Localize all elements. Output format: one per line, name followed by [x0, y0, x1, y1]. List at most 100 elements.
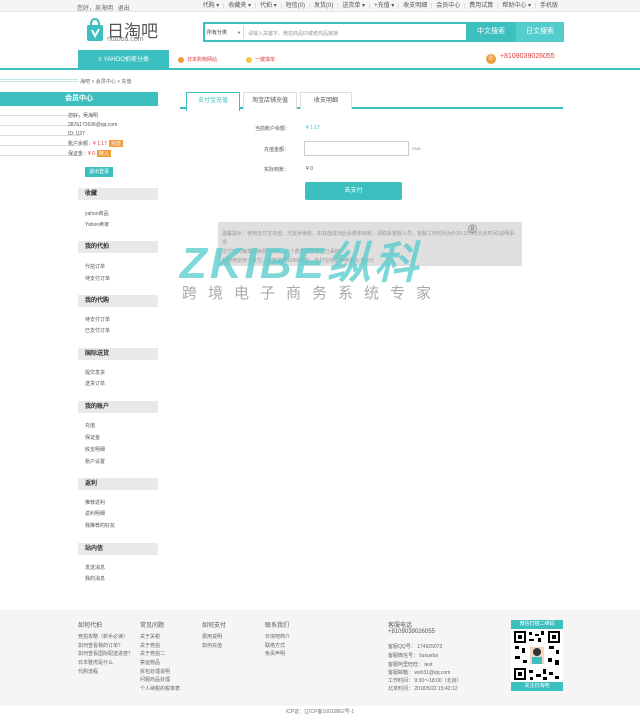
- tab-alipay-recharge[interactable]: 支付宝充值: [186, 92, 240, 111]
- phone-icon: ✆: [486, 54, 496, 64]
- top-link-daigou[interactable]: 代购 ▾: [199, 3, 225, 9]
- shop-icon: [178, 56, 184, 63]
- section-favorites: 收藏: [78, 188, 158, 200]
- top-link-daipai[interactable]: 代拍 ▾: [256, 3, 282, 9]
- footer-link[interactable]: 如何查看国际配送进度？: [78, 650, 133, 657]
- beijing-time: 北京时间： 2018/5/22 15:42:12: [388, 686, 458, 692]
- member-center-title: 会员中心: [0, 92, 158, 106]
- footer-link[interactable]: 费用说明: [202, 633, 222, 640]
- amount-input[interactable]: [304, 141, 409, 156]
- sidebar-item-account-settings[interactable]: 账户设置: [85, 458, 105, 465]
- sidebar-item-ledger[interactable]: 收支明细: [85, 446, 105, 453]
- sidebar-item-purchase-paid[interactable]: 已支付订单: [85, 327, 110, 334]
- top-link-ship[interactable]: 发货(0): [310, 3, 339, 9]
- sidebar-item-send-message[interactable]: 发送消息: [85, 564, 105, 571]
- deposit-row: 保证金：¥ 0 转入: [68, 150, 111, 157]
- logout-button[interactable]: 退出登录: [85, 167, 113, 177]
- chinese-search-button[interactable]: 中文搜索: [466, 22, 516, 42]
- service-wechat: 客服微信号： liuxueba: [388, 653, 439, 659]
- top-link-fee[interactable]: 费用试算: [465, 3, 499, 9]
- sidebar-item-referral-rebate[interactable]: 推荐返利: [85, 499, 105, 506]
- logout-link[interactable]: 退出: [118, 6, 130, 12]
- footer-link[interactable]: 拆包处理说明: [140, 668, 170, 675]
- top-link-favorites[interactable]: 收藏夹 ▾: [224, 3, 256, 9]
- deposit-transfer-button[interactable]: 转入: [96, 150, 111, 157]
- watermark-slogan: 跨境电子商务系统专家: [182, 285, 443, 302]
- account-summary: 您好，吴海明 2876172636@qq.com ID: U27 账户余额：¥ …: [0, 106, 158, 180]
- footer-link[interactable]: 免责声明: [265, 650, 285, 657]
- top-link-help[interactable]: 帮助中心 ▾: [498, 3, 536, 9]
- top-link-recharge[interactable]: +充值 ▾: [370, 3, 400, 9]
- service-phone: +8109039026055: [388, 629, 435, 635]
- logo-bag-icon[interactable]: [86, 17, 104, 42]
- amount-label: 充值金额：: [264, 147, 290, 153]
- footer-col-title: 联系我们: [265, 623, 290, 629]
- sidebar-item-rebate-detail[interactable]: 返利明细: [85, 510, 105, 517]
- footer-link[interactable]: 日淘吧简介: [265, 633, 290, 640]
- deposit-value: ¥ 0: [88, 151, 95, 157]
- sidebar-item-deposit[interactable]: 保证金: [85, 434, 100, 441]
- footer-link[interactable]: 如何充值: [202, 642, 222, 649]
- sidebar-item-my-referrals[interactable]: 我推荐的好友: [85, 522, 115, 529]
- sidebar-item-auction-unpaid[interactable]: 待支付订单: [85, 275, 110, 282]
- sidebar-item-recharge[interactable]: 充值: [85, 422, 95, 429]
- service-wangwang: 客服阿里旺旺： test: [388, 662, 433, 668]
- pencil-icon: [246, 56, 252, 63]
- footer-link[interactable]: 竞拍攻略（新手必读）: [78, 633, 128, 640]
- sidebar-item-submit-shipping[interactable]: 提交发货: [85, 369, 105, 376]
- yahoo-category-label: YAHOO拍卖分类: [103, 57, 149, 63]
- watermark-registered: ®: [468, 222, 477, 236]
- footer-link[interactable]: 如何查看我的订单？: [78, 642, 123, 649]
- recharge-button[interactable]: 充值: [108, 140, 123, 147]
- menu-icon: ≡: [98, 57, 102, 63]
- footer-link[interactable]: 代购流程: [78, 668, 98, 675]
- top-link-mobile[interactable]: 手机版: [536, 3, 562, 9]
- search-bar: 所有分类 ▼ 请输入关键字、微拍商品ID或者商品链接: [203, 22, 470, 42]
- greeting: 您好，吴海明 退出: [77, 3, 130, 12]
- nav-japan-shops[interactable]: 日本购物网站: [178, 50, 217, 70]
- footer-link[interactable]: 个人纳税的税率表: [140, 685, 180, 692]
- balance-value: ¥ 1.17: [93, 141, 107, 147]
- top-nav: 代购 ▾ 收藏夹 ▾ 代拍 ▾ 短信(0) 发货(0) 送货单 ▾ +充值 ▾ …: [199, 3, 562, 9]
- greeting-text: 您好，吴海明: [77, 6, 114, 12]
- top-link-sms[interactable]: 短信(0): [282, 3, 311, 9]
- footer-link[interactable]: 禁运物品: [140, 659, 160, 666]
- hotline-number: +8109039026055: [500, 53, 555, 60]
- footer-link[interactable]: 问题商品处理: [140, 676, 170, 683]
- top-link-member[interactable]: 会员中心: [432, 3, 466, 9]
- search-category-select[interactable]: 所有分类: [207, 29, 227, 36]
- balance-label: 账户余额：: [68, 141, 94, 147]
- nav-quick-order[interactable]: 一键填单: [246, 50, 275, 70]
- tab-ledger[interactable]: 收支明细: [300, 92, 352, 109]
- tab-taobao-recharge[interactable]: 淘宝店铺充值: [243, 92, 297, 109]
- japanese-search-button[interactable]: 日文搜索: [516, 22, 564, 42]
- sidebar-item-auction-orders[interactable]: 代拍订单: [85, 263, 105, 270]
- sidebar-item-purchase-unpaid[interactable]: 待支付订单: [85, 316, 110, 323]
- footer-link[interactable]: 联络方式: [265, 642, 285, 649]
- yahoo-category-menu[interactable]: ≡ YAHOO拍卖分类: [78, 50, 169, 70]
- sidebar-item-yahoo-goods[interactable]: yahoo商品: [85, 210, 109, 217]
- go-pay-button[interactable]: 去支付: [305, 182, 402, 200]
- breadcrumb: 海吧 > 会员中心 > 充值: [80, 79, 132, 85]
- search-input[interactable]: 请输入关键字、微拍商品ID或者商品链接: [248, 30, 338, 37]
- nav-quick-order-label: 一键填单: [255, 57, 276, 63]
- service-qq: 客服QQ号： 174925073: [388, 644, 443, 650]
- footer-link[interactable]: 日本雅虎是什么: [78, 659, 113, 666]
- sidebar-item-yahoo-sellers[interactable]: Yahoo卖家: [85, 221, 109, 228]
- sidebar-item-my-messages[interactable]: 我的消息: [85, 575, 105, 582]
- search-divider: [243, 26, 244, 38]
- footer-link[interactable]: 关于关税: [140, 633, 160, 640]
- footer-link[interactable]: 关于竞拍: [140, 642, 160, 649]
- footer-link[interactable]: 关于竞拍二: [140, 650, 165, 657]
- top-link-ledger[interactable]: 收支明细: [399, 3, 433, 9]
- sidebar-item-delivery-orders[interactable]: 送货订单: [85, 380, 105, 387]
- amount-unit: RMB: [412, 146, 421, 151]
- user-id: ID: U27: [68, 131, 85, 137]
- service-title: 客服电话: [388, 623, 413, 629]
- nav-japan-shops-label: 日本购物网站: [187, 57, 218, 63]
- service-email: 客服邮箱： wxh31@qq.com: [388, 670, 451, 676]
- qr-code-icon: [513, 630, 561, 681]
- footer-col-title: 如何代拍: [78, 623, 103, 629]
- deposit-label: 保证金：: [68, 151, 89, 157]
- top-link-delivery[interactable]: 送货单 ▾: [338, 3, 371, 9]
